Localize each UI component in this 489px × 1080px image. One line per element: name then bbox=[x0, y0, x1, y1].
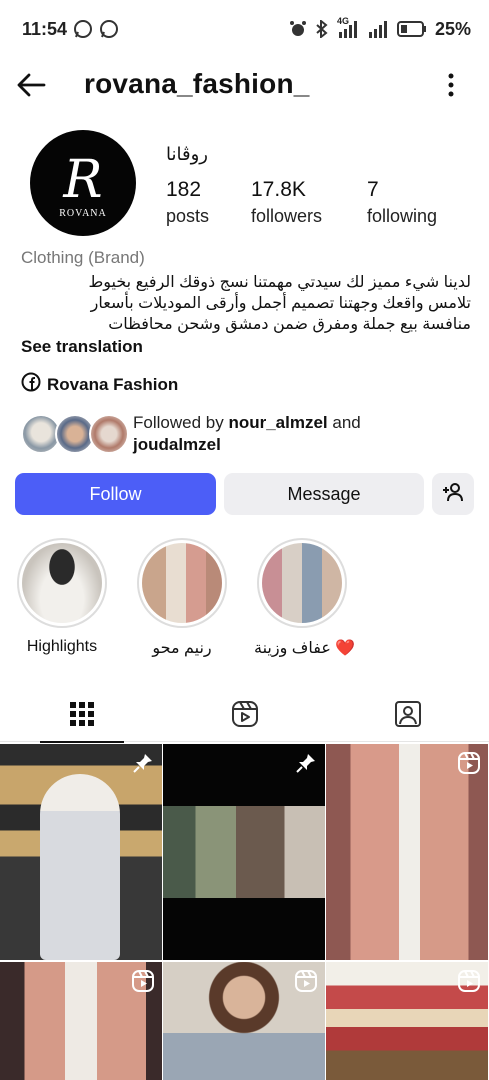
whatsapp-icon bbox=[73, 19, 93, 39]
signal-icon bbox=[367, 20, 389, 38]
profile-full-name: روڤانا bbox=[166, 144, 208, 164]
following-label: following bbox=[367, 206, 438, 226]
post-thumbnail[interactable] bbox=[163, 744, 325, 960]
followers-stat[interactable]: 17.8K followers bbox=[251, 178, 322, 227]
follower-username[interactable]: joudalmzel bbox=[133, 435, 221, 454]
bio-line: تلامس واقعك وجهتنا تصميم أجمل وأرقى المو… bbox=[90, 295, 471, 312]
more-options-icon[interactable] bbox=[441, 70, 461, 100]
grid-icon bbox=[69, 701, 94, 731]
story-highlight[interactable]: Highlights bbox=[14, 538, 110, 656]
post-thumbnail[interactable] bbox=[0, 744, 162, 960]
tab-reels[interactable] bbox=[163, 690, 326, 742]
status-bar: 11:54 4G 25% bbox=[0, 0, 489, 58]
followed-by-row[interactable]: Followed by nour_almzel and joudalmzel bbox=[21, 410, 471, 458]
bio-line: لدينا شيء مميز لك سيدتي مهمتنا نسج ذوقك … bbox=[88, 274, 471, 291]
profile-header: rovana_fashion_ bbox=[0, 58, 489, 112]
posts-label: posts bbox=[166, 206, 210, 226]
facebook-icon bbox=[21, 372, 41, 397]
bluetooth-icon bbox=[315, 20, 329, 38]
reel-icon bbox=[295, 970, 317, 992]
signal-icon: 4G bbox=[337, 16, 359, 38]
clock: 11:54 bbox=[22, 18, 68, 39]
message-button[interactable]: Message bbox=[224, 473, 424, 515]
profile-bio: لدينا شيء مميز لك سيدتي مهمتنا نسج ذوقك … bbox=[21, 272, 471, 335]
follower-username[interactable]: nour_almzel bbox=[228, 413, 327, 432]
battery-percent: 25% bbox=[434, 18, 471, 39]
profile-avatar[interactable]: R ROVANA bbox=[30, 130, 136, 236]
reel-icon bbox=[458, 752, 480, 774]
highlight-cover bbox=[22, 543, 102, 623]
post-photo bbox=[163, 806, 325, 898]
highlight-ring bbox=[137, 538, 227, 628]
story-highlight[interactable]: رنيم محو bbox=[134, 538, 230, 658]
followed-by-prefix: Followed by bbox=[133, 413, 224, 432]
followed-by-text: Followed by nour_almzel and joudalmzel bbox=[133, 412, 361, 456]
posts-stat[interactable]: 182 posts bbox=[166, 178, 209, 227]
posts-count: 182 bbox=[166, 178, 202, 201]
story-highlight[interactable]: عفاف وزينة ❤️ bbox=[254, 538, 356, 658]
facebook-link-label: Rovana Fashion bbox=[47, 374, 179, 394]
profile-category: Clothing (Brand) bbox=[21, 248, 145, 267]
tab-posts-grid[interactable] bbox=[0, 690, 163, 743]
profile-username: rovana_fashion_ bbox=[84, 68, 310, 99]
followers-count: 17.8K bbox=[251, 178, 306, 201]
followed-by-and: and bbox=[332, 413, 361, 432]
highlight-ring bbox=[17, 538, 107, 628]
tab-tagged[interactable] bbox=[326, 690, 489, 742]
profile-tabs bbox=[0, 690, 489, 743]
post-photo bbox=[40, 774, 120, 960]
avatar-brand-text: ROVANA bbox=[59, 207, 107, 219]
avatar-monogram: R bbox=[63, 149, 103, 210]
highlight-label: Highlights bbox=[26, 638, 98, 655]
post-thumbnail[interactable] bbox=[163, 962, 325, 1080]
alarm-icon bbox=[289, 20, 307, 38]
add-user-icon bbox=[442, 482, 464, 507]
post-thumbnail[interactable] bbox=[0, 962, 162, 1080]
post-thumbnail[interactable] bbox=[326, 962, 488, 1080]
pin-icon bbox=[295, 752, 317, 774]
post-thumbnail[interactable] bbox=[326, 744, 488, 960]
followers-label: followers bbox=[251, 206, 323, 226]
whatsapp-icon bbox=[99, 19, 119, 39]
tagged-user-icon bbox=[394, 700, 422, 733]
highlight-cover bbox=[262, 543, 342, 623]
facebook-page-link[interactable]: Rovana Fashion bbox=[21, 372, 178, 397]
see-translation-link[interactable]: See translation bbox=[21, 337, 143, 357]
pin-icon bbox=[132, 752, 154, 774]
following-count: 7 bbox=[367, 178, 379, 201]
reel-icon bbox=[458, 970, 480, 992]
battery-icon bbox=[396, 21, 427, 37]
active-tab-indicator bbox=[40, 741, 124, 743]
highlight-label: رنيم محو bbox=[152, 640, 212, 657]
highlight-label: عفاف وزينة ❤️ bbox=[254, 640, 356, 657]
follow-button[interactable]: Follow bbox=[15, 473, 216, 515]
reels-icon bbox=[231, 700, 259, 733]
highlight-ring bbox=[257, 538, 347, 628]
follower-avatar bbox=[89, 414, 129, 454]
bio-line: منافسة بيع جملة ومفرق ضمن دمشق وشحن محاف… bbox=[108, 316, 471, 333]
highlight-cover bbox=[142, 543, 222, 623]
reel-icon bbox=[132, 970, 154, 992]
suggested-accounts-button[interactable] bbox=[432, 473, 474, 515]
network-type-label: 4G bbox=[336, 16, 349, 26]
back-arrow-icon[interactable] bbox=[14, 68, 48, 102]
following-stat[interactable]: 7 following bbox=[367, 178, 437, 227]
